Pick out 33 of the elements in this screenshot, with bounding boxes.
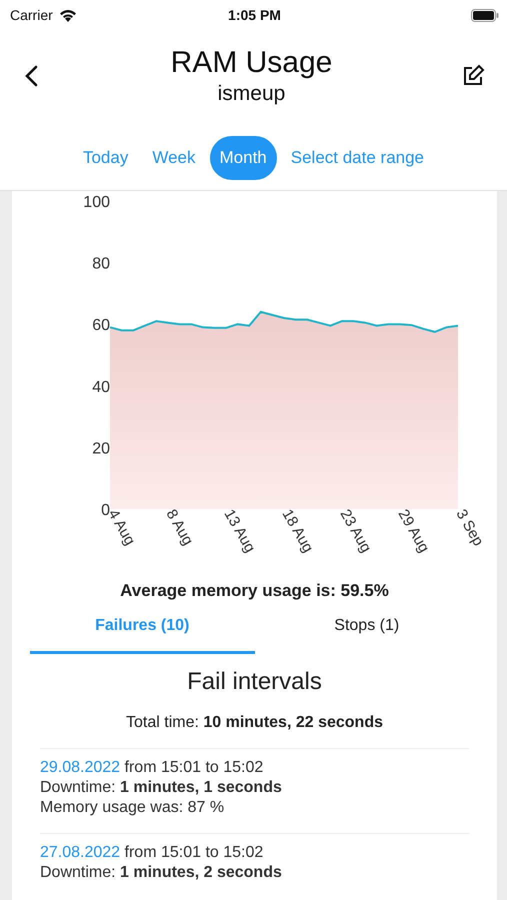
range-tab[interactable]: Select date range <box>280 136 434 180</box>
range-tab[interactable]: Week <box>142 136 206 180</box>
average-usage-text: Average memory usage is: 59.5% <box>119 581 390 601</box>
y-tick-label: 80 <box>92 256 110 273</box>
battery-icon <box>470 8 499 22</box>
y-tick-label: 20 <box>92 440 110 458</box>
downtime-text: Downtime: 1 minutes, 2 seconds <box>40 864 283 882</box>
y-tick-label: 100 <box>83 194 110 211</box>
x-tick-label: 18 Aug <box>278 506 317 556</box>
edit-icon <box>461 64 485 88</box>
y-tick-label: 0 <box>101 502 110 519</box>
page-title: RAM Usage <box>170 46 332 80</box>
range-tab[interactable]: Month <box>210 136 277 180</box>
x-tick-label: 3 Sep <box>452 506 487 549</box>
page-subtitle: ismeup <box>218 82 286 106</box>
memory-usage-text: Memory usage was: 87 % <box>40 799 226 817</box>
clock-time: 1:05 PM <box>228 7 281 23</box>
event-tab[interactable]: Failures (10) <box>30 607 254 654</box>
interval-heading: 27.08.2022 from 15:01 to 15:02 <box>40 844 264 862</box>
event-tab[interactable]: Stops (1) <box>254 607 479 654</box>
y-tick-label: 40 <box>92 378 110 396</box>
total-time-text: Total time: 10 minutes, 22 seconds <box>125 714 384 732</box>
x-tick-label: 29 Aug <box>394 506 433 556</box>
y-tick-label: 60 <box>92 317 110 334</box>
x-tick-label: 13 Aug <box>220 506 259 556</box>
carrier-label: Carrier <box>10 7 53 23</box>
range-tab[interactable]: Today <box>72 136 138 180</box>
section-title: Fail intervals <box>186 668 323 696</box>
downtime-text: Downtime: 1 minutes, 1 seconds <box>40 779 283 797</box>
x-tick-label: 23 Aug <box>336 506 375 556</box>
interval-heading: 29.08.2022 from 15:01 to 15:02 <box>40 759 264 777</box>
x-tick-label: 8 Aug <box>162 506 196 548</box>
wifi-icon <box>58 8 77 22</box>
